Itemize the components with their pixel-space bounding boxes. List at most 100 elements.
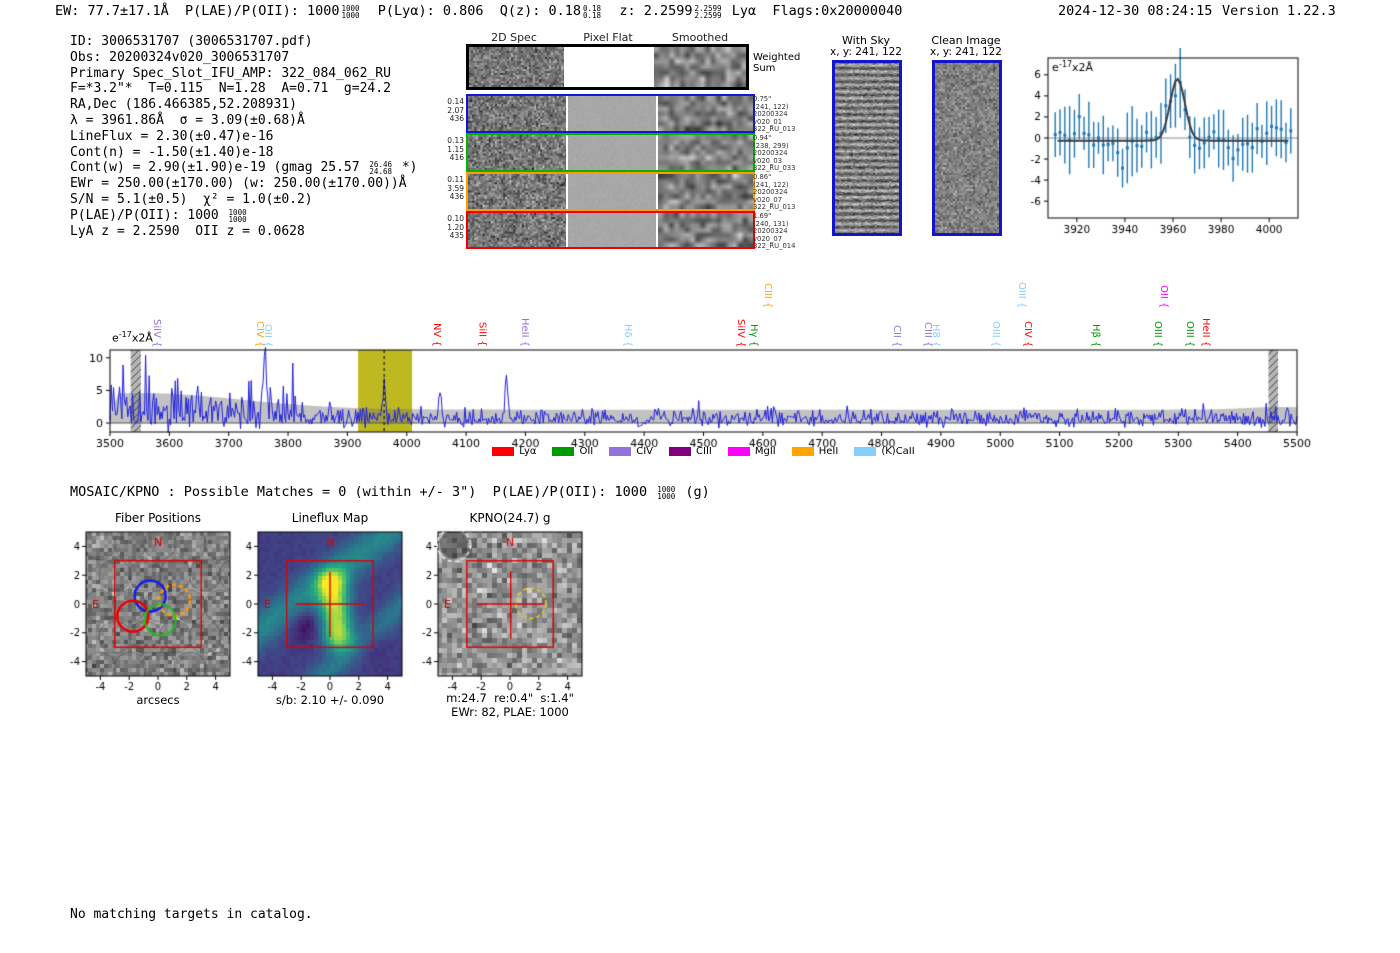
pixel-flat-image — [567, 213, 657, 247]
text-segment: z: 2.2599 — [603, 3, 693, 19]
text-segment: P(LAE)/P(OII): 1000 — [70, 207, 227, 223]
fraction-bottom: 2.2599 — [694, 11, 722, 20]
text-segment: ID: 3006531707 (3006531707.pdf) — [70, 34, 313, 49]
smoothed-image — [654, 47, 746, 87]
spec2d-left-value: 436 — [449, 192, 464, 201]
legend-item: OII — [552, 446, 593, 457]
spec2d-row-left-labels: 0.11 3.59 436 — [438, 175, 464, 202]
legend-swatch — [492, 447, 515, 456]
legend-label: CIII — [696, 446, 712, 457]
spec2d-right-value: Sum — [753, 63, 776, 74]
fraction-bottom: 1000 — [228, 214, 247, 224]
text-segment: MOSAIC/KPNO : Possible Matches = 0 (with… — [70, 484, 656, 500]
text-segment: λ = 3961.86Å σ = 3.09(±0.68)Å — [70, 112, 305, 128]
stacked-fraction: 1000 1000 — [341, 5, 359, 20]
spec2d-left-value: 435 — [449, 231, 464, 240]
kpno-image — [412, 528, 612, 696]
elixer-report-page: EW: 77.7±17.1Å P(LAE)/P(OII): 1000 1000 10… — [0, 0, 1400, 953]
legend-label: OII — [579, 446, 594, 457]
spec2d-row — [466, 44, 749, 90]
info-line: S/N = 5.1(±0.5) χ² = 1.0(±0.2) — [70, 192, 417, 208]
spec2d-col-header-pixelflat: Pixel Flat — [583, 31, 633, 44]
spec2d-row-left-labels: 0.10 1.20 435 — [438, 214, 464, 241]
fraction-bottom: 1000 — [657, 492, 676, 501]
spec2d-right-value: 322_RU_013 — [753, 125, 796, 134]
smoothed-image — [658, 96, 753, 131]
info-line: F=*3.2"* T=0.115 N=1.28 A=0.71 g=24.2 — [70, 81, 417, 97]
text-segment: LineFlux = 2.30(±0.47)e-16 — [70, 128, 274, 144]
detection-info-block: ID: 3006531707 (3006531707.pdf) Obs: 2020… — [70, 34, 417, 239]
with-sky-coords: x, y: 241, 122 — [830, 46, 902, 58]
pixel-flat-image — [567, 96, 657, 131]
note-line: No matching targets in catalog. — [70, 907, 313, 922]
fraction-bottom: 0.18 — [583, 11, 602, 20]
legend-swatch — [669, 447, 692, 456]
legend-label: MgII — [754, 446, 776, 457]
info-line: LineFlux = 2.30(±0.47)e-16 — [70, 129, 417, 145]
with-sky-image — [832, 60, 902, 236]
emission-line-label: CIII { — [762, 282, 774, 308]
legend-label: Lyα — [519, 446, 537, 457]
legend-label: CIV — [636, 446, 654, 457]
spec2d-right-value: 322_RU_014 — [753, 242, 796, 251]
spec2d-row-right-labels: 1.69" (240, 131) 20200324 v020_07 322_RU_014 — [753, 212, 796, 251]
text-segment: P(Lyα): 0.806 Q(z): 0.18 — [361, 3, 581, 19]
spec2d-row — [466, 211, 756, 249]
info-line: RA,Dec (186.466385,52.208931) — [70, 97, 417, 113]
info-line: EWr = 250.00(±170.00) (w: 250.00(±170.00… — [70, 176, 417, 192]
smoothed-image — [658, 135, 753, 170]
legend-swatch — [791, 447, 814, 456]
header-timestamp: 2024-12-30 08:24:15 — [1058, 3, 1213, 19]
text-segment: Cont(w) = 2.90(±1.90)e-19 (gmag 25.57 — [70, 160, 368, 176]
legend-swatch — [609, 447, 632, 456]
text-segment: Cont(n) = -1.50(±1.40)e-18 — [70, 144, 274, 160]
fiber-positions-title: Fiber Positions — [114, 511, 202, 525]
spec2d-col-header-2dspec: 2D Spec — [491, 31, 537, 44]
spec2d-col-header-smoothed: Smoothed — [671, 31, 729, 44]
fraction-bottom: 24.68 — [369, 167, 392, 177]
stacked-fraction: 26.46 24.68 — [369, 161, 392, 177]
text-segment: Primary Spec_Slot_IFU_AMP: 322_084_062_R… — [70, 65, 391, 81]
spec2d-image — [468, 174, 566, 209]
spec2d-row-left-labels: 0.13 1.15 416 — [438, 136, 464, 163]
lineflux-map-image — [232, 528, 432, 696]
mosaic-kpno-line: MOSAIC/KPNO : Possible Matches = 0 (with… — [70, 484, 710, 500]
spec2d-image — [469, 47, 564, 87]
smoothed-image — [658, 174, 753, 209]
text-segment: EWr = 250.00(±170.00) (w: 250.00(±170.00… — [70, 176, 407, 192]
text-segment: (g) — [677, 484, 710, 500]
text-segment: S/N = 5.1(±0.5) χ² = 1.0(±0.2) — [70, 191, 313, 207]
text-segment: F=*3.2"* T=0.115 N=1.28 A=0.71 g=24.2 — [70, 81, 391, 97]
ylabel-exponent: -17 — [118, 330, 132, 339]
text-segment: LyA z = 2.2590 OII z = 0.0628 — [70, 223, 305, 239]
stacked-fraction: 0.18 0.18 — [583, 5, 602, 20]
spec2d-row-right-labels: Weighted Sum — [753, 52, 800, 74]
spec2d-image — [468, 96, 566, 131]
info-line: λ = 3961.86Å σ = 3.09(±0.68)Å — [70, 113, 417, 129]
text-segment: *) — [394, 160, 418, 176]
clean-image — [932, 60, 1002, 236]
spec2d-row-right-labels: 0.86" (241, 122) 20200324 v020_07 322_RU_013 — [753, 173, 795, 212]
info-line: LyA z = 2.2590 OII z = 0.0628 — [70, 224, 417, 240]
pixel-flat-image — [567, 135, 657, 170]
spec2d-row — [466, 133, 755, 172]
info-line: P(LAE)/P(OII): 1000 1000 1000 — [70, 208, 417, 224]
fiber-positions-image — [60, 528, 260, 696]
spec2d-row — [466, 172, 755, 211]
text-segment: RA,Dec (186.466385,52.208931) — [70, 97, 297, 113]
legend-item: (K)CaII — [854, 446, 915, 457]
kpno-xlabel2: EWr: 82, PLAE: 1000 — [451, 705, 569, 719]
spec2d-right-value: Weighted — [753, 52, 801, 63]
legend-label: (K)CaII — [881, 446, 915, 457]
emission-line-label: OIII { — [1016, 281, 1028, 308]
legend-item: HeII — [791, 446, 838, 457]
pixel-flat-image — [567, 174, 657, 209]
emission-line-label: OII { — [1158, 284, 1170, 308]
spec2d-right-value: 322_RU_033 — [753, 164, 796, 173]
text-segment: Lyα Flags:0x20000040 — [723, 3, 903, 19]
info-line: Cont(n) = -1.50(±1.40)e-18 — [70, 145, 417, 161]
catalog-notes: No matching targets in catalog. Row inte… — [70, 876, 313, 953]
fiber-positions-xlabel: arcsecs — [136, 693, 180, 707]
legend-item: MgII — [727, 446, 776, 457]
spec2d-image — [468, 213, 566, 247]
